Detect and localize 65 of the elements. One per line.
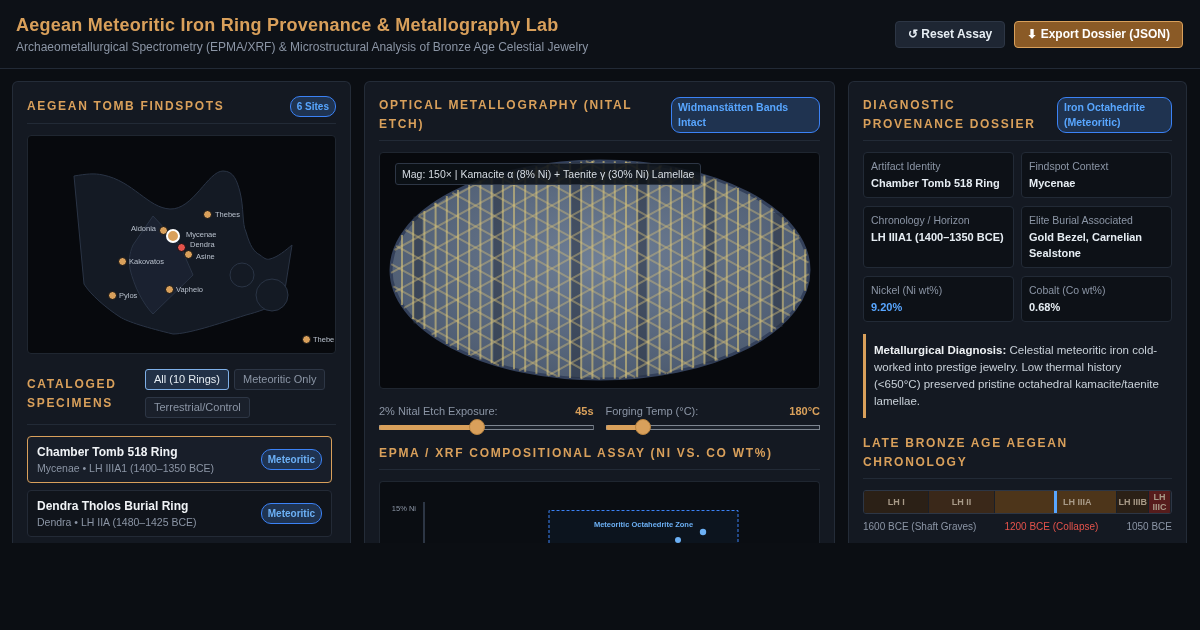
site-marker[interactable] <box>202 209 212 219</box>
field-label: Chronology / Horizon <box>871 213 971 227</box>
image-caption: Mag: 150× | Kamacite α (8% Ni) + Taenite γ (30% Ni) Lamellae <box>395 163 702 185</box>
slider-thumb[interactable] <box>468 419 485 435</box>
status-badge: Iron Octahedrite (Meteoritic) <box>1057 97 1172 133</box>
filter-tab[interactable]: Meteoritic Only <box>234 369 326 390</box>
app-title: Aegean Meteoritic Iron Ring Provenance & Metallography Lab <box>16 14 560 37</box>
site-marker[interactable] <box>158 225 168 235</box>
field-value: Chamber Tomb 518 Ring <box>871 176 1001 191</box>
period-segment: LH II <box>929 491 995 513</box>
specimen-detail: Dendra • LH IIA (1480–1425 BCE) <box>37 514 197 529</box>
section-title: DIAGNOSTIC PROVENANCE DOSSIER <box>863 97 1037 133</box>
type-badge: Meteoritic <box>260 449 322 470</box>
island-shape <box>229 262 255 288</box>
section-title: LATE BRONZE AGE AEGEAN CHRONOLOGY <box>863 435 1069 471</box>
section-title: AEGEAN TOMB FINDSPOTS <box>27 98 225 115</box>
field-value: Mycenae <box>1029 176 1077 191</box>
scale-label: 1050 BCE <box>1126 520 1172 533</box>
field-label: Findspot Context <box>1029 159 1110 173</box>
field-value: LH IIIA1 (1400–1350 BCE) <box>871 230 1005 245</box>
status-badge: Widmanstätten Bands Intact <box>671 97 820 133</box>
site-marker[interactable] <box>107 290 117 300</box>
slider-thumb[interactable] <box>635 419 652 435</box>
specimen-name: Dendra Tholos Burial Ring <box>37 498 190 514</box>
y-axis <box>423 501 425 543</box>
filter-tab[interactable]: Terrestrial/Control <box>145 397 250 418</box>
field-label: Artifact Identity <box>871 159 942 173</box>
reset-button[interactable]: ↺ Reset Assay <box>895 20 1006 48</box>
field-label: Cobalt (Co wt%) <box>1029 283 1107 297</box>
period-segment: LH I <box>864 491 930 513</box>
field-value: 0.68% <box>1029 300 1062 315</box>
slider-label: 2% Nital Etch Exposure: <box>379 404 498 418</box>
section-title: OPTICAL METALLOGRAPHY (NITAL ETCH) <box>379 97 634 133</box>
scale-label: 1200 BCE (Collapse) <box>1004 520 1099 533</box>
site-marker[interactable] <box>183 249 193 259</box>
data-point <box>699 528 707 536</box>
scale-label: 1600 BCE (Shaft Graves) <box>863 520 977 533</box>
filter-tab[interactable]: All (10 Rings) <box>145 369 230 390</box>
type-badge: Meteoritic <box>260 503 322 524</box>
specimen-card[interactable]: Dendra Tholos Burial Ring Dendra • LH IIA (1480–1425 BCE) Meteoritic <box>27 490 332 537</box>
specimen-name: Chamber Tomb 518 Ring <box>37 444 179 460</box>
diagnosis-note: Metallurgical Diagnosis: Celestial meteoritic iron cold-worked into prestige jewelry. Low thermal history (<650°C) preserved pristine octahedral kamacite/taenite lamellae. <box>863 334 1172 418</box>
slider-value: 180°C <box>789 404 820 418</box>
specimen-card[interactable]: Chamber Tomb 518 Ring Mycenae • LH IIIA1 (1400–1350 BCE) Meteoritic <box>27 436 332 483</box>
site-marker[interactable] <box>301 334 311 344</box>
specimen-detail: Mycenae • LH IIIA1 (1400–1350 BCE) <box>37 460 215 475</box>
section-title: CATALOGED SPECIMENS <box>27 375 118 412</box>
data-point <box>675 537 681 543</box>
field-label: Nickel (Ni wt%) <box>871 283 944 297</box>
site-marker[interactable] <box>164 284 174 294</box>
island-shape <box>255 278 289 312</box>
slider-label: Forging Temp (°C): <box>605 404 699 418</box>
period-segment: LH IIIC <box>1149 491 1171 513</box>
export-button[interactable]: ⬇ Export Dossier (JSON) <box>1014 20 1183 48</box>
site-marker[interactable] <box>117 256 127 266</box>
field-value: Gold Bezel, Carnelian Sealstone <box>1029 230 1144 261</box>
count-badge: 6 Sites <box>289 96 336 117</box>
section-title: EPMA / XRF COMPOSITIONAL ASSAY (NI VS. CO WT%) <box>379 445 773 462</box>
slider-value: 45s <box>575 404 594 418</box>
app-subtitle: Archaeometallurgical Spectrometry (EPMA/XRF) & Microstructural Analysis of Bronze Age Celestial Jewelry <box>16 40 589 55</box>
field-label: Elite Burial Associated <box>1029 213 1134 227</box>
field-value: 9.20% <box>871 300 904 315</box>
site-marker[interactable] <box>176 242 186 252</box>
period-segment: LH IIIB <box>1117 491 1150 513</box>
period-segment: LH IIIA <box>994 491 1118 513</box>
